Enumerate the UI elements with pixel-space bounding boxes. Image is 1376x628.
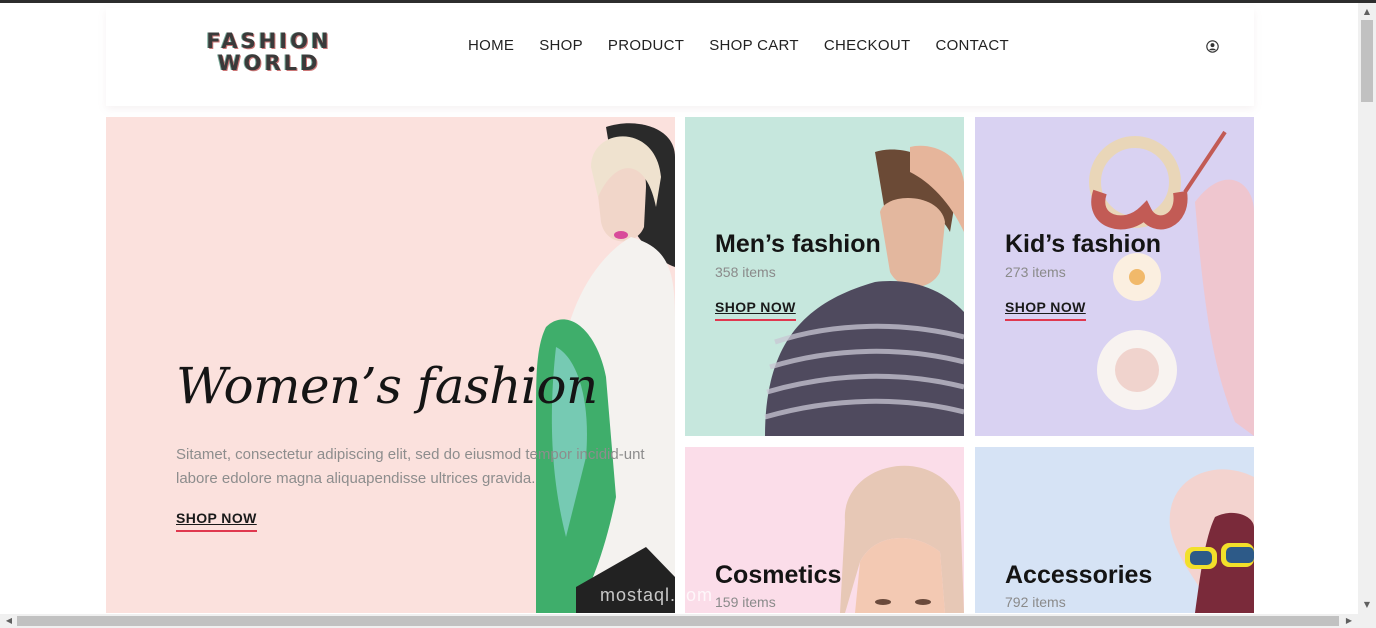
hero-title: Women’s fashion [176,357,598,415]
vertical-scrollbar[interactable]: ▲ ▼ [1358,3,1376,614]
kid-fashion-card[interactable]: Kid’s fashion 273 items SHOP NOW [975,117,1254,436]
hero-description: Sitamet, consectetur adipiscing elit, se… [176,446,645,487]
men-model-image [764,145,964,436]
accessories-card-title: Accessories [1005,561,1153,589]
kid-card-count: 273 items [1005,264,1066,280]
nav-contact[interactable]: CONTACT [935,37,1008,54]
scroll-right-arrow-icon[interactable]: ▶ [1342,614,1356,628]
scroll-down-arrow-icon[interactable]: ▼ [1358,598,1376,612]
nav-product[interactable]: PRODUCT [608,37,684,54]
horizontal-scrollbar[interactable]: ◀ ▶ [0,614,1358,628]
nav-home[interactable]: HOME [468,37,514,54]
cosmetics-card[interactable]: Cosmetics 159 items [685,447,964,613]
site-logo[interactable]: FASHION WORLD [174,30,364,74]
site-header: FASHION WORLD HOME SHOP PRODUCT SHOP CAR… [106,8,1254,106]
horizontal-scroll-thumb[interactable] [17,616,1339,626]
scroll-up-arrow-icon[interactable]: ▲ [1358,5,1376,19]
user-circle-icon[interactable] [1206,40,1219,53]
accessories-model-image [1169,469,1254,613]
main-nav: HOME SHOP PRODUCT SHOP CART CHECKOUT CON… [468,37,1009,54]
logo-line-2: WORLD [217,51,321,75]
kid-products-image [1089,130,1254,436]
accessories-card[interactable]: Accessories 792 items [975,447,1254,613]
men-card-title: Men’s fashion [715,230,881,258]
women-fashion-banner[interactable]: Women’s fashion Sitamet, consectetur adi… [106,117,675,613]
men-fashion-card[interactable]: Men’s fashion 358 items SHOP NOW [685,117,964,436]
hero-shop-now-link[interactable]: SHOP NOW [176,510,257,532]
logo-line-1: FASHION [206,29,332,53]
nav-shop[interactable]: SHOP [539,37,583,54]
cosmetics-card-title: Cosmetics [715,561,842,589]
accessories-card-count: 792 items [1005,594,1066,610]
cosmetics-card-count: 159 items [715,594,776,610]
kid-shop-now-link[interactable]: SHOP NOW [1005,299,1086,321]
nav-checkout[interactable]: CHECKOUT [824,37,911,54]
kid-card-title: Kid’s fashion [1005,230,1162,258]
scroll-left-arrow-icon[interactable]: ◀ [2,614,16,628]
men-shop-now-link[interactable]: SHOP NOW [715,299,796,321]
watermark-text: mostaql.com [600,585,714,605]
vertical-scroll-thumb[interactable] [1361,20,1373,102]
men-card-count: 358 items [715,264,776,280]
window-top-border [0,0,1376,3]
nav-shop-cart[interactable]: SHOP CART [709,37,799,54]
scrollbar-corner [1358,614,1376,628]
cosmetics-model-image [840,465,964,613]
